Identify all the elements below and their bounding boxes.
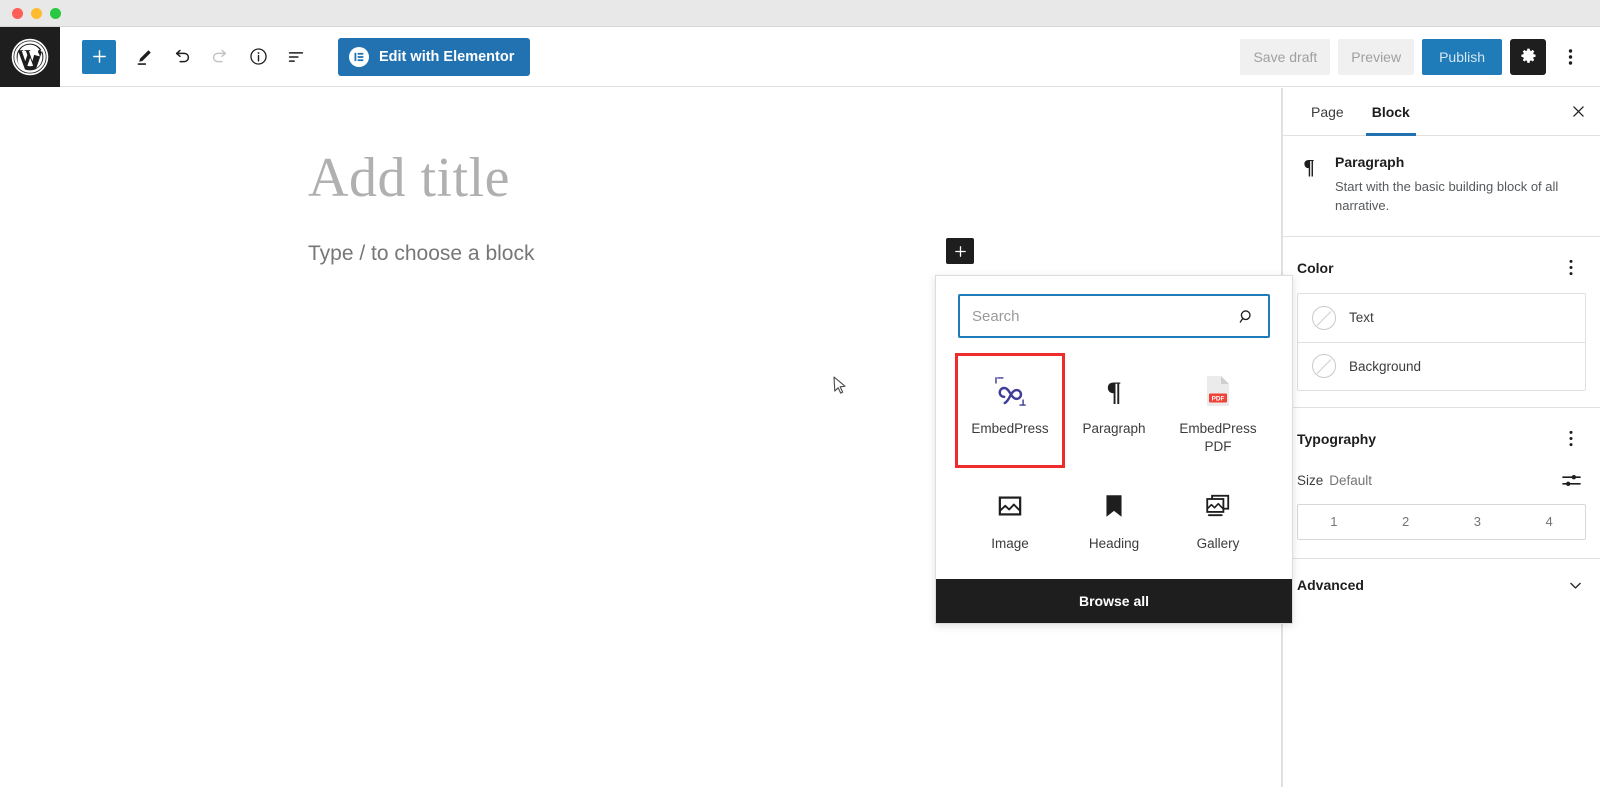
advanced-section-toggle[interactable]: Advanced (1283, 557, 1600, 612)
color-options-panel: Text Background (1297, 292, 1586, 391)
font-size-toggle-group: 1 2 3 4 (1297, 503, 1586, 540)
undo-icon[interactable] (164, 39, 200, 75)
info-icon[interactable] (240, 39, 276, 75)
font-size-option-1[interactable]: 1 (1298, 505, 1370, 539)
advanced-section-title: Advanced (1297, 577, 1364, 594)
edit-pencil-icon[interactable] (126, 39, 162, 75)
sliders-icon[interactable] (1558, 468, 1584, 494)
pdf-document-icon: PDF (1203, 372, 1233, 410)
embedpress-icon (994, 372, 1027, 410)
block-inserter-popover: EmbedPress ¶ Paragraph PDF (935, 275, 1293, 624)
color-options-kebab-icon[interactable] (1558, 255, 1584, 281)
elementor-button-label: Edit with Elementor (379, 48, 515, 65)
block-item-label: Heading (1088, 536, 1140, 552)
font-size-label: Size (1297, 473, 1324, 489)
close-icon[interactable] (1556, 88, 1600, 135)
settings-sidebar: Page Block ¶ Paragraph Start with the ba… (1282, 88, 1600, 787)
selected-block-info: ¶ Paragraph Start with the basic buildin… (1283, 136, 1600, 237)
save-draft-button[interactable]: Save draft (1240, 38, 1331, 75)
toolbar-right-group: Save draft Preview Publish (1240, 38, 1600, 75)
gear-icon[interactable] (1510, 38, 1546, 75)
typography-section-title: Typography (1297, 430, 1377, 447)
font-size-option-3[interactable]: 3 (1442, 505, 1514, 539)
add-block-button[interactable] (82, 39, 116, 74)
block-item-label: Paragraph (1082, 421, 1146, 436)
window-traffic-lights (12, 8, 61, 19)
color-row-text[interactable]: Text (1298, 293, 1585, 342)
color-row-label: Text (1349, 310, 1374, 326)
font-size-value: Default (1329, 473, 1373, 489)
edit-with-elementor-button[interactable]: Edit with Elementor (338, 37, 531, 76)
wordpress-block-editor: Edit with Elementor Save draft Preview P… (0, 0, 1600, 787)
block-item-image[interactable]: Image (958, 471, 1062, 563)
paragraph-pilcrow-icon: ¶ (1101, 372, 1127, 410)
block-item-label: EmbedPress (971, 421, 1049, 436)
block-type-grid: EmbedPress ¶ Paragraph PDF EmbedPress PD… (936, 342, 1292, 579)
typography-options-kebab-icon[interactable] (1558, 426, 1584, 452)
window-maximize-button[interactable] (50, 8, 61, 19)
chevron-down-icon (1567, 577, 1584, 594)
tab-block[interactable]: Block (1358, 88, 1424, 136)
heading-bookmark-icon (1103, 487, 1125, 525)
block-item-embedpress[interactable]: EmbedPress (955, 352, 1065, 469)
search-box[interactable] (958, 294, 1270, 338)
elementor-logo-icon (349, 46, 369, 67)
font-size-option-2[interactable]: 2 (1370, 505, 1442, 539)
svg-text:¶: ¶ (1303, 155, 1314, 179)
block-item-label: EmbedPress PDF (1179, 421, 1257, 454)
block-item-heading[interactable]: Heading (1062, 471, 1166, 563)
tab-page[interactable]: Page (1297, 88, 1358, 135)
block-item-label: Gallery (1196, 536, 1240, 552)
more-options-kebab-icon[interactable] (1554, 39, 1586, 75)
gallery-icon (1204, 487, 1232, 525)
window-minimize-button[interactable] (31, 8, 42, 19)
wordpress-logo[interactable] (0, 26, 60, 87)
empty-color-swatch-icon (1312, 305, 1336, 330)
color-row-background[interactable]: Background (1298, 341, 1585, 390)
empty-color-swatch-icon (1312, 354, 1336, 379)
block-info-title: Paragraph (1335, 154, 1405, 170)
list-view-icon[interactable] (278, 39, 314, 75)
window-titlebar (0, 0, 1600, 27)
block-info-description: Start with the basic building block of a… (1335, 179, 1559, 213)
publish-button[interactable]: Publish (1422, 38, 1502, 75)
preview-button[interactable]: Preview (1338, 38, 1415, 75)
inline-block-inserter-button[interactable] (946, 238, 974, 264)
block-item-label: Image (991, 536, 1029, 552)
inserter-search-area (936, 276, 1292, 342)
search-icon (1237, 307, 1256, 326)
font-size-row: Size Default (1283, 464, 1600, 504)
block-item-embedpress-pdf[interactable]: PDF EmbedPress PDF (1166, 356, 1270, 465)
redo-icon[interactable] (202, 39, 238, 75)
toolbar-left-group: Edit with Elementor (60, 37, 531, 76)
image-icon (996, 487, 1024, 525)
color-section-title: Color (1297, 259, 1334, 276)
mouse-cursor (833, 376, 846, 394)
search-input[interactable] (972, 307, 1237, 325)
color-row-label: Background (1349, 358, 1422, 374)
sidebar-tabs: Page Block (1283, 88, 1600, 136)
browse-all-button[interactable]: Browse all (936, 578, 1292, 623)
block-info-text: Paragraph Start with the basic building … (1335, 154, 1582, 216)
svg-text:¶: ¶ (1106, 377, 1121, 406)
paragraph-block-placeholder[interactable]: Type / to choose a block (308, 242, 534, 266)
paragraph-pilcrow-icon: ¶ (1297, 154, 1321, 216)
font-size-option-4[interactable]: 4 (1513, 505, 1585, 539)
editor-toolbar: Edit with Elementor Save draft Preview P… (0, 26, 1600, 87)
svg-text:PDF: PDF (1212, 395, 1225, 402)
typography-section-header: Typography (1283, 408, 1600, 464)
post-title-input[interactable]: Add title (308, 150, 510, 206)
color-section-header: Color (1283, 237, 1600, 293)
block-item-paragraph[interactable]: ¶ Paragraph (1062, 356, 1166, 465)
block-item-gallery[interactable]: Gallery (1166, 471, 1270, 563)
window-close-button[interactable] (12, 8, 23, 19)
